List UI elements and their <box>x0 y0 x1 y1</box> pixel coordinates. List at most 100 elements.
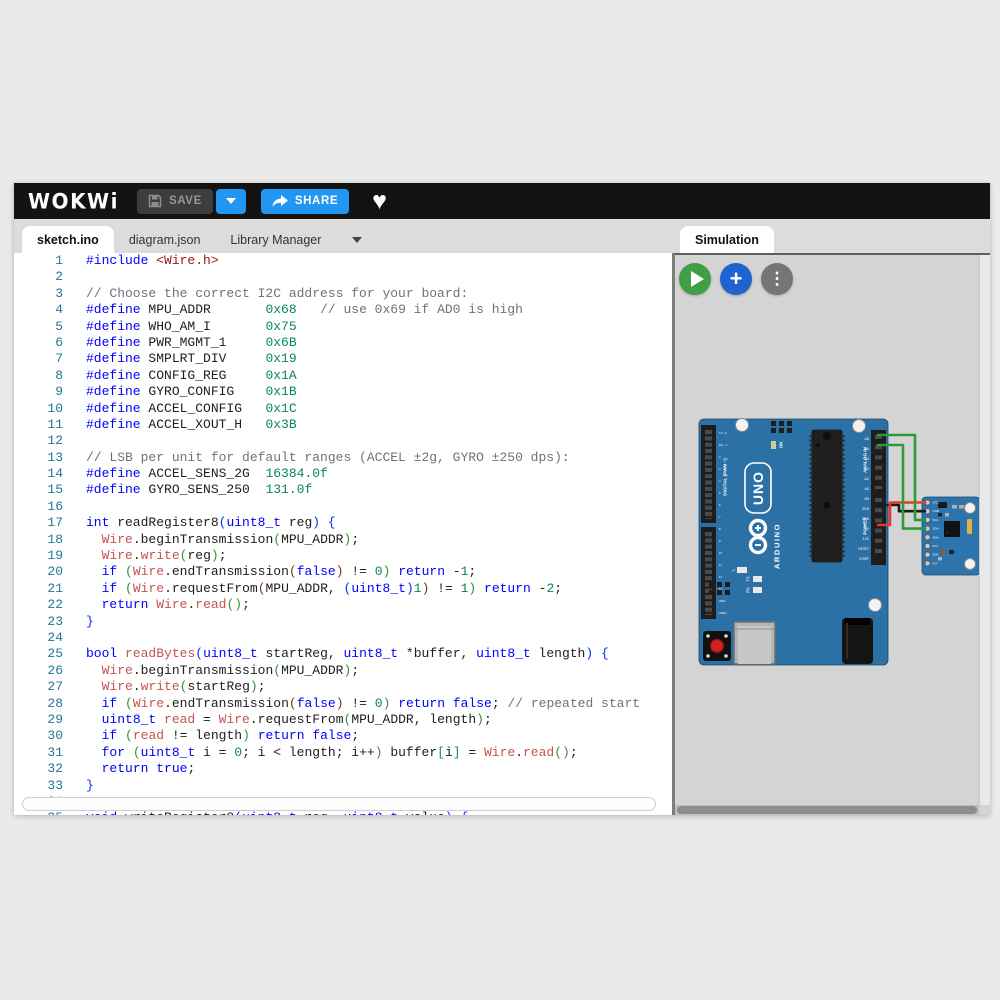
kebab-menu-icon: ⋮ <box>769 269 786 289</box>
play-icon <box>691 271 704 287</box>
tab-strip: sketch.ino diagram.json Library Manager … <box>14 219 990 253</box>
arduino-uno-board[interactable]: UNO ARDUINO DIGITAL (PWM ~) ANALOG IN PO… <box>699 419 888 666</box>
regulator-chip <box>938 502 947 508</box>
mounting-hole <box>869 599 882 612</box>
tab-sketch-ino[interactable]: sketch.ino <box>22 226 114 253</box>
digital-pin-label: GND <box>719 599 725 603</box>
code-line: 24 <box>14 630 672 646</box>
save-icon <box>148 194 162 208</box>
passive <box>952 505 957 509</box>
heart-icon[interactable]: ♥ <box>372 189 387 214</box>
scrollbar-thumb[interactable] <box>677 806 977 814</box>
library-manager-dropdown-icon[interactable] <box>352 237 362 243</box>
digital-header[interactable] <box>701 425 716 619</box>
sim-horizontal-scrollbar[interactable] <box>675 805 979 815</box>
power-pin-label: VIN <box>864 497 870 501</box>
passive <box>938 513 942 517</box>
code-line: 18 Wire.beginTransmission(MPU_ADDR); <box>14 532 672 548</box>
passive <box>949 550 954 554</box>
code-line: 13// LSB per unit for default ranges (AC… <box>14 450 672 466</box>
mpu-pin-label: SDA <box>933 527 939 531</box>
digital-pin-label: 11 <box>719 563 722 567</box>
mpu-pin-label: SCL <box>933 518 939 522</box>
code-line: 6#define PWR_MGMT_1 0x6B <box>14 335 672 351</box>
run-button[interactable] <box>679 263 711 295</box>
save-button-label: SAVE <box>169 195 202 207</box>
analog-pin-label: A0 <box>864 487 869 491</box>
analog-header[interactable] <box>871 430 886 494</box>
plus-icon: + <box>730 268 743 290</box>
mounting-hole <box>853 420 866 433</box>
code-line: 2 <box>14 269 672 285</box>
wokwi-logo[interactable]: WOKWi <box>28 188 119 213</box>
save-dropdown-button[interactable] <box>216 189 246 214</box>
digital-pin-label: 10 <box>719 551 723 555</box>
code-editor[interactable]: 1#include <Wire.h>23// Choose the correc… <box>14 253 672 815</box>
analog-pin-label: A4 <box>864 447 869 451</box>
code-line: 29 uint8_t read = Wire.requestFrom(MPU_A… <box>14 712 672 728</box>
passive <box>959 505 964 509</box>
code-line: 5#define WHO_AM_I 0x75 <box>14 319 672 335</box>
sim-menu-button[interactable]: ⋮ <box>761 263 793 295</box>
code-line: 3// Choose the correct I2C address for y… <box>14 286 672 302</box>
simulation-panel: UNO ARDUINO DIGITAL (PWM ~) ANALOG IN PO… <box>675 253 990 815</box>
code-line: 27 Wire.write(startReg); <box>14 679 672 695</box>
code-line: 10#define ACCEL_CONFIG 0x1C <box>14 401 672 417</box>
wokwi-app-window: WOKWi SAVE SHARE ♥ sketch.ino diagram.js… <box>14 183 990 815</box>
mpu-pin-label: GND <box>933 509 941 513</box>
code-line: 4#define MPU_ADDR 0x68 // use 0x69 if AD… <box>14 302 672 318</box>
passive <box>945 513 949 517</box>
code-line: 19 Wire.write(reg); <box>14 548 672 564</box>
share-button[interactable]: SHARE <box>261 189 349 214</box>
code-line: 20 if (Wire.endTransmission(false) != 0)… <box>14 564 672 580</box>
led-tx <box>753 576 762 582</box>
passive <box>940 550 945 554</box>
code-line: 8#define CONFIG_REG 0x1A <box>14 368 672 384</box>
mpu6050-module[interactable]: VCCGNDSCLSDAXDAXCLAD0INT <box>922 497 980 575</box>
code-line: 14#define ACCEL_SENS_2G 16384.0f <box>14 466 672 482</box>
save-button[interactable]: SAVE <box>137 189 213 214</box>
code-line: 21 if (Wire.requestFrom(MPU_ADDR, (uint8… <box>14 581 672 597</box>
editor-horizontal-scrollbar[interactable] <box>22 797 656 811</box>
code-line: 31 for (uint8_t i = 0; i < length; i++) … <box>14 745 672 761</box>
share-button-label: SHARE <box>295 195 338 207</box>
analog-pin-label: A3 <box>864 457 869 461</box>
sim-vertical-scrollbar[interactable] <box>979 255 990 805</box>
power-pin-label: RESET <box>858 547 869 551</box>
share-icon <box>272 195 288 208</box>
led-rx-label: RX <box>746 587 751 593</box>
code-line: 30 if (read != length) return false; <box>14 728 672 744</box>
led-rx <box>753 587 762 593</box>
analog-pin-label: A2 <box>864 467 869 471</box>
add-part-button[interactable]: + <box>720 263 752 295</box>
reset-button[interactable] <box>703 631 731 661</box>
board-name-label: UNO <box>750 471 766 505</box>
code-line: 1#include <Wire.h> <box>14 253 672 269</box>
code-line: 22 return Wire.read(); <box>14 597 672 613</box>
board-brand-label: ARDUINO <box>773 523 782 569</box>
power-pin-label: IOREF <box>859 557 869 561</box>
mpu-pin-label: VCC <box>933 501 940 505</box>
mpu-pin-label: INT <box>933 561 938 565</box>
code-lines: 1#include <Wire.h>23// Choose the correc… <box>14 253 672 815</box>
usb-connector <box>734 622 775 664</box>
power-jack <box>842 618 873 664</box>
code-line: 26 Wire.beginTransmission(MPU_ADDR); <box>14 663 672 679</box>
power-pin-label: 3.3V <box>862 537 869 541</box>
digital-pin-label: TX→0 <box>719 431 727 435</box>
code-line: 32 return true; <box>14 761 672 777</box>
code-line: 28 if (Wire.endTransmission(false) != 0)… <box>14 696 672 712</box>
code-line: 23} <box>14 614 672 630</box>
digital-label: DIGITAL (PWM ~) <box>723 458 728 496</box>
led-tx-label: TX <box>746 576 751 582</box>
code-line: 11#define ACCEL_XOUT_H 0x3B <box>14 417 672 433</box>
code-line: 7#define SMPLRT_DIV 0x19 <box>14 351 672 367</box>
tab-library-manager[interactable]: Library Manager <box>215 226 336 253</box>
tab-diagram-json[interactable]: diagram.json <box>114 226 216 253</box>
atmega-chip <box>811 430 843 562</box>
on-label: ON <box>779 442 784 449</box>
tab-simulation[interactable]: Simulation <box>680 226 774 253</box>
chevron-down-icon <box>226 198 236 204</box>
code-line: 16 <box>14 499 672 515</box>
simulation-scene: UNO ARDUINO DIGITAL (PWM ~) ANALOG IN PO… <box>675 257 990 807</box>
